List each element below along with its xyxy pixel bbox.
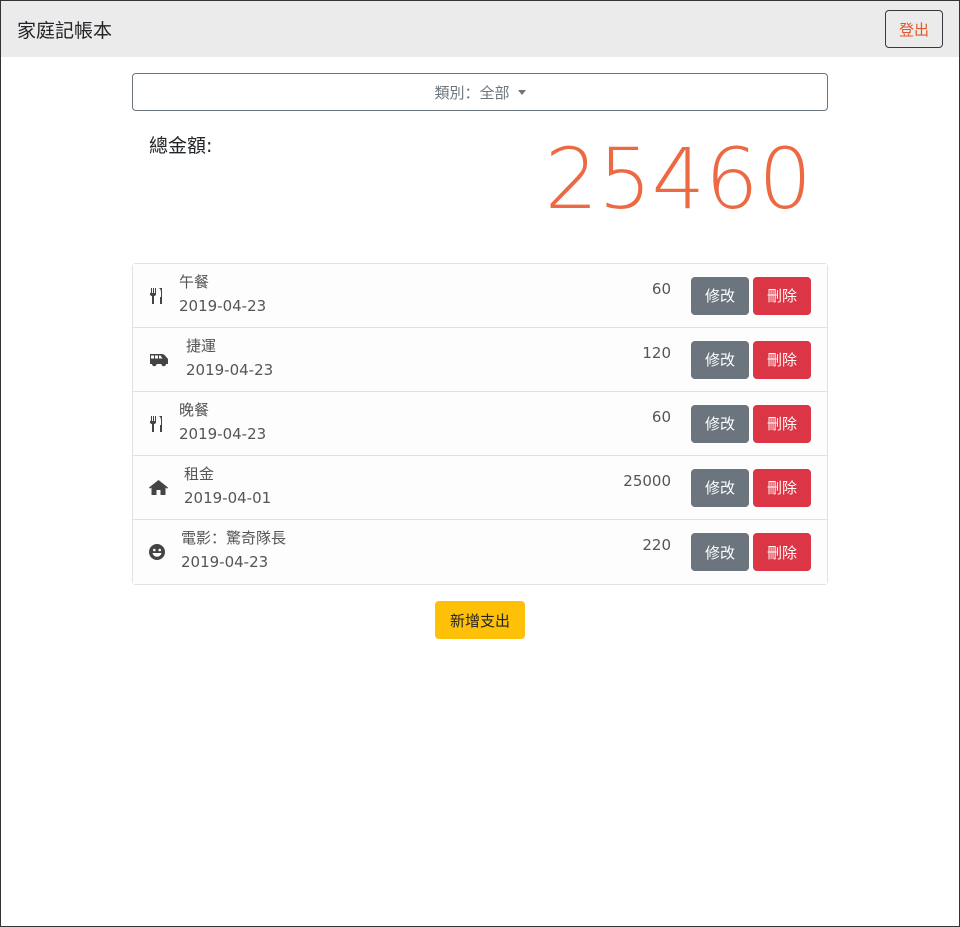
expense-item: 捷運 2019-04-23 120 修改 刪除 [133,328,827,392]
edit-button[interactable]: 修改 [691,340,749,379]
grin-icon [149,542,171,562]
total-label: 總金額: [149,135,213,157]
expense-list: 午餐 2019-04-23 60 修改 刪除 捷運 2019-04-23 120… [132,263,828,585]
expense-name: 租金 [184,464,215,483]
edit-button[interactable]: 修改 [691,404,749,443]
home-icon [149,478,174,498]
app-brand[interactable]: 家庭記帳本 [17,16,112,43]
add-expense-button[interactable]: 新增支出 [435,601,525,639]
delete-button[interactable]: 刪除 [753,340,811,379]
caret-down-icon [517,89,526,95]
edit-button[interactable]: 修改 [691,468,749,507]
expense-item: 晚餐 2019-04-23 60 修改 刪除 [133,392,827,456]
category-filter-dropdown[interactable]: 類別：全部 [132,73,828,111]
main-container: 類別：全部 總金額: 25460 午餐 2019-04-23 60 修改 刪除 … [132,73,828,639]
expense-name: 晚餐 [179,400,210,419]
total-summary: 總金額: 25460 [132,111,828,263]
delete-button[interactable]: 刪除 [753,533,811,571]
expense-name: 午餐 [179,272,210,291]
utensils-icon [149,286,169,306]
expense-name: 捷運 [186,336,217,355]
expense-amount: 25000 [623,472,671,490]
logout-button[interactable]: 登出 [885,10,943,48]
expense-date: 2019-04-23 [181,553,269,571]
total-amount: 25460 [544,130,812,228]
edit-button[interactable]: 修改 [691,276,749,315]
expense-name: 電影：驚奇隊長 [181,529,287,547]
delete-button[interactable]: 刪除 [753,468,811,507]
expense-amount: 120 [642,344,671,362]
expense-text: 電影：驚奇隊長 2019-04-23 [181,529,286,572]
expense-text: 租金 2019-04-01 [184,465,272,508]
expense-date: 2019-04-01 [184,488,272,507]
shuttle-van-icon [149,350,176,370]
expense-amount: 60 [651,408,671,426]
expense-item: 租金 2019-04-01 25000 修改 刪除 [133,456,827,520]
delete-button[interactable]: 刪除 [753,276,811,315]
expense-date: 2019-04-23 [179,296,267,315]
expense-text: 捷運 2019-04-23 [186,337,274,380]
delete-button[interactable]: 刪除 [753,404,811,443]
category-filter-label: 類別：全部 [434,83,510,102]
expense-item: 午餐 2019-04-23 60 修改 刪除 [133,264,827,328]
expense-text: 晚餐 2019-04-23 [179,401,267,444]
expense-date: 2019-04-23 [179,424,267,443]
expense-text: 午餐 2019-04-23 [179,273,267,316]
expense-date: 2019-04-23 [186,360,274,379]
edit-button[interactable]: 修改 [691,533,749,571]
utensils-icon [149,414,169,434]
expense-item: 電影：驚奇隊長 2019-04-23 220 修改 刪除 [133,520,827,584]
expense-amount: 60 [651,280,671,298]
add-expense-wrap: 新增支出 [132,601,828,639]
navbar: 家庭記帳本 登出 [1,1,959,57]
expense-amount: 220 [642,536,671,554]
